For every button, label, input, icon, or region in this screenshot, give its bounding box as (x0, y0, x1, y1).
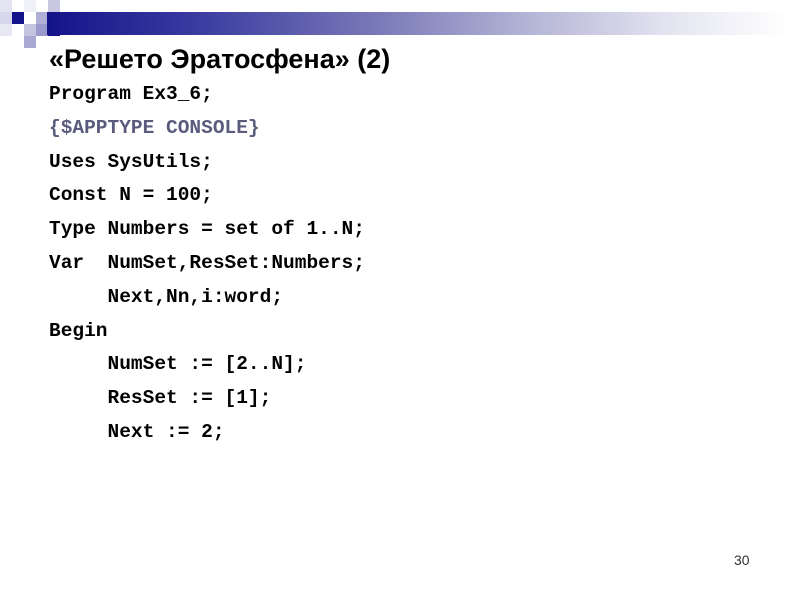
code-line: Program Ex3_6; (49, 83, 213, 105)
header-gradient-bar (47, 12, 787, 35)
corner-square (0, 24, 12, 36)
corner-square (12, 12, 24, 24)
code-line: Uses SysUtils; (49, 150, 213, 173)
code-block: Program Ex3_6; {$APPTYPE CONSOLE} Uses S… (49, 80, 365, 452)
corner-square (24, 0, 36, 12)
code-line: Begin (49, 319, 108, 342)
code-line: Const N = 100; (49, 184, 213, 207)
slide-title: «Решето Эратосфена» (2) (49, 44, 391, 74)
corner-square (48, 0, 60, 12)
code-line: NumSet := [2..N]; (49, 353, 307, 376)
corner-square (0, 12, 12, 24)
code-line: ResSet := [1]; (49, 387, 272, 410)
code-line: Type Numbers = set of 1..N; (49, 218, 365, 241)
corner-square (24, 36, 36, 48)
corner-square (0, 0, 12, 12)
corner-square (24, 24, 36, 36)
code-line-directive: {$APPTYPE CONSOLE} (49, 116, 260, 139)
code-line: Next,Nn,i:word; (49, 285, 284, 308)
page-number: 30 (734, 552, 750, 568)
code-line: Next := 2; (49, 420, 225, 443)
code-line: Var NumSet,ResSet:Numbers; (49, 251, 365, 274)
